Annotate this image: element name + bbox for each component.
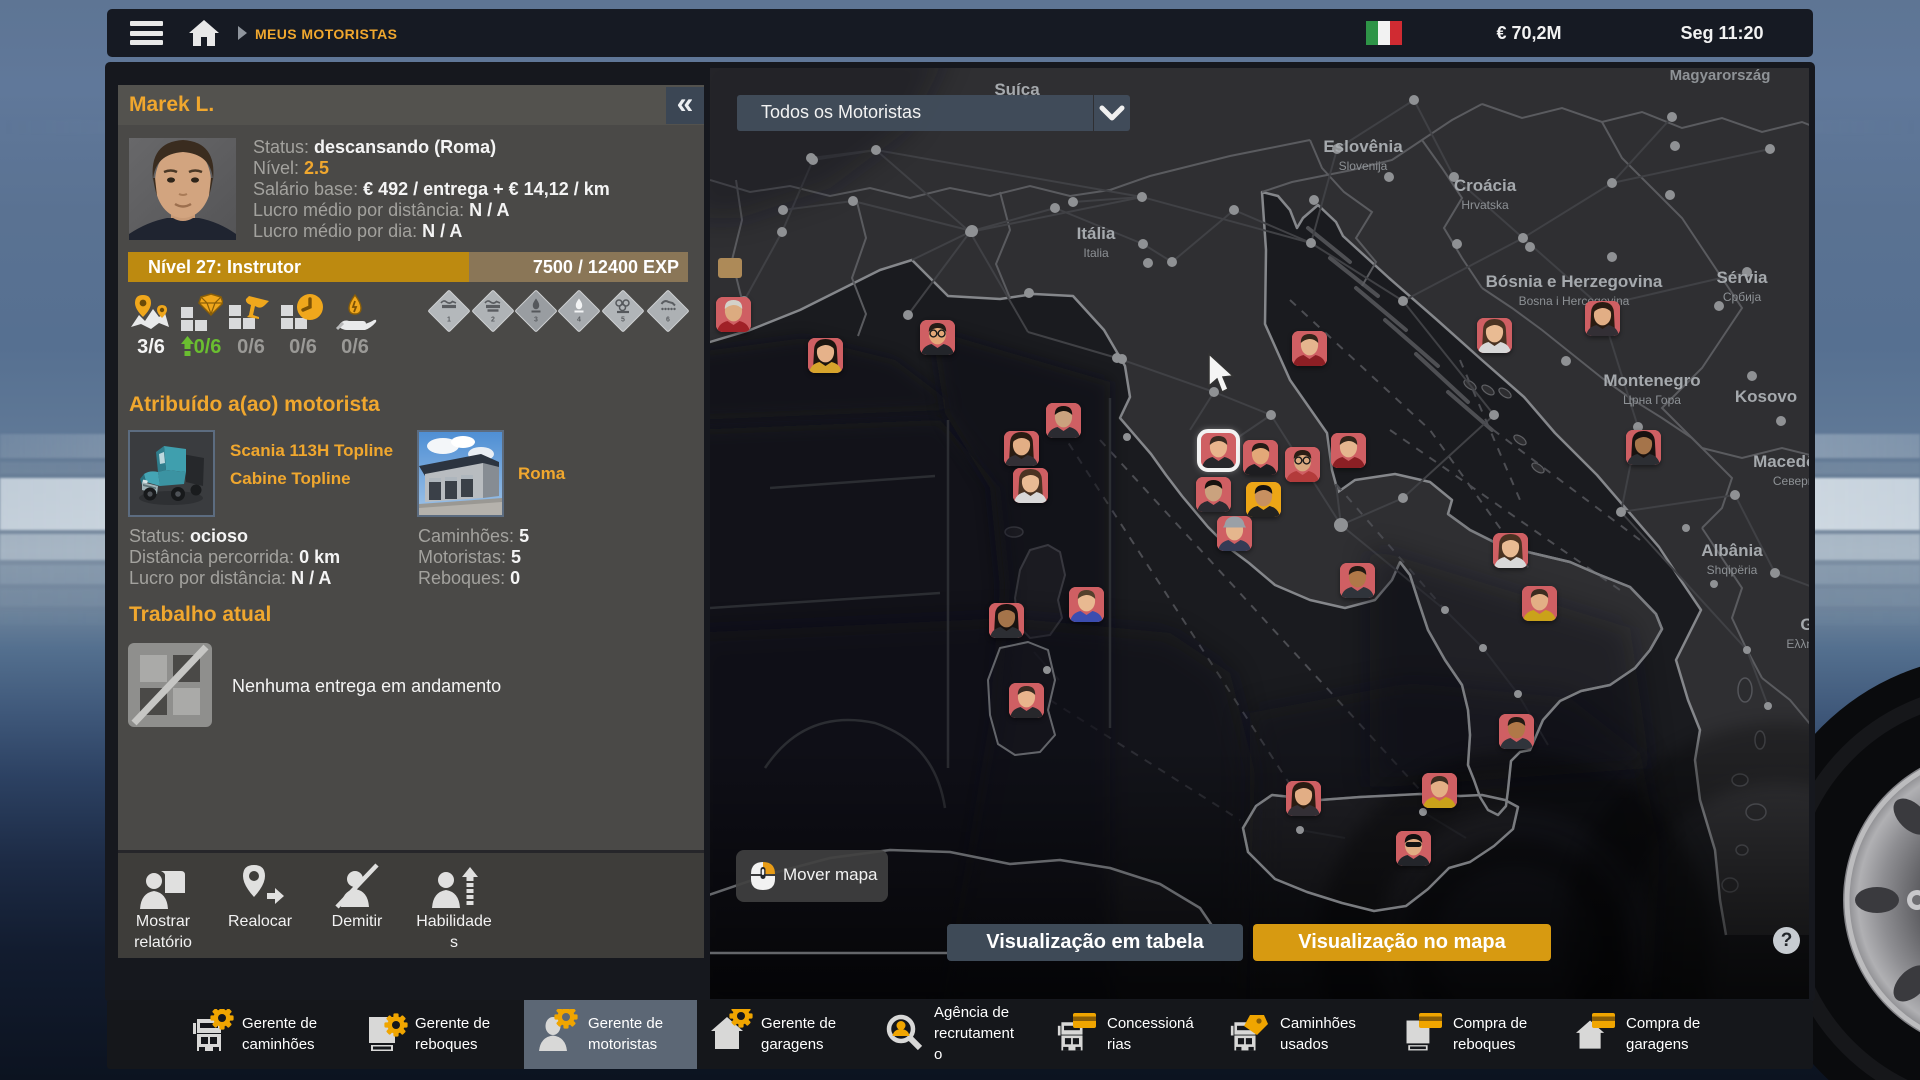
svg-text:Ελληνικ: Ελληνικ [1786,637,1809,651]
svg-text:Eslovênia: Eslovênia [1323,137,1403,156]
svg-text:Albânia: Albânia [1701,541,1763,560]
svg-text:Bósnia e Herzegovina: Bósnia e Herzegovina [1486,272,1663,291]
svg-text:Северна: Северна [1773,474,1809,488]
svg-text:5: 5 [621,317,625,324]
svg-text:2: 2 [491,317,495,324]
svg-text:Italia: Italia [1083,246,1109,260]
svg-text:3: 3 [534,317,538,324]
svg-text:Sérvia: Sérvia [1716,268,1768,287]
svg-text:G: G [1800,615,1809,634]
svg-text:4: 4 [577,317,581,324]
svg-text:Magyarország: Magyarország [1670,68,1771,84]
svg-text:Montenegro: Montenegro [1603,371,1700,390]
svg-text:Slovenija: Slovenija [1339,159,1388,173]
svg-text:Croácia: Croácia [1454,176,1517,195]
svg-text:Macedônia: Macedônia [1753,452,1809,471]
svg-text:Србија: Србија [1723,290,1762,304]
svg-text:6: 6 [666,317,670,324]
svg-text:Itália: Itália [1077,224,1116,243]
svg-text:Hrvatska: Hrvatska [1461,198,1509,212]
svg-text:1: 1 [447,317,451,324]
svg-text:Црна Гора: Црна Гора [1623,393,1681,407]
svg-text:Kosovo: Kosovo [1735,387,1797,406]
svg-text:Shqipëria: Shqipëria [1707,563,1758,577]
